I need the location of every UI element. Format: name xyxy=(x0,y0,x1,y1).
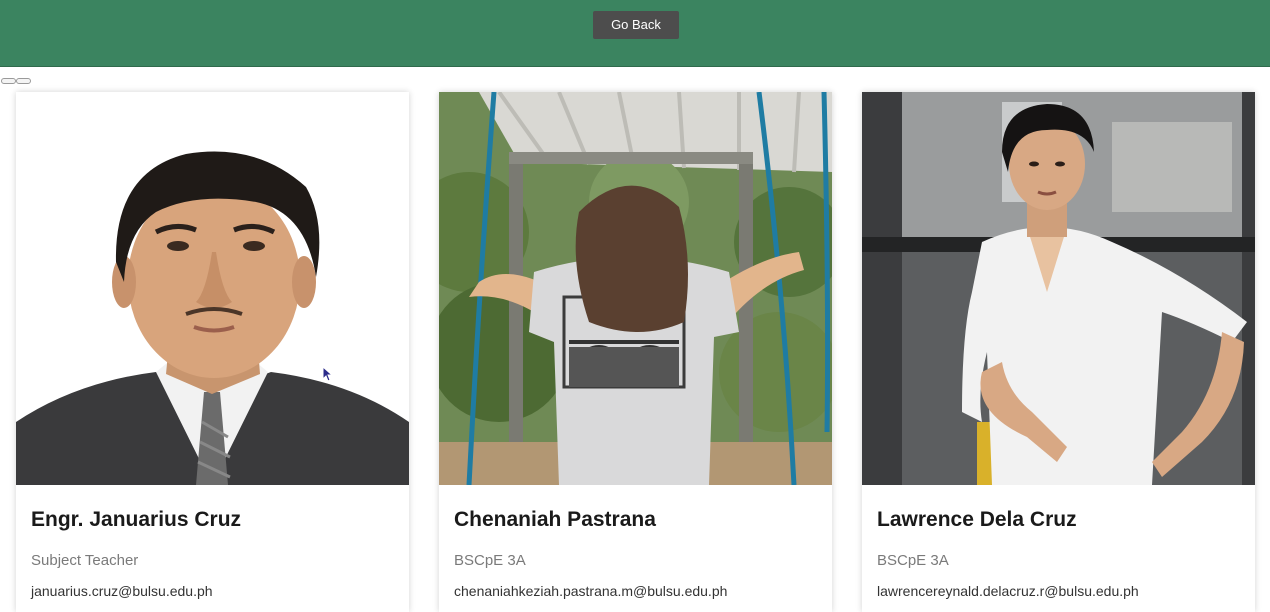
top-header-bar: Go Back xyxy=(0,0,1270,67)
profile-photo xyxy=(862,92,1255,485)
collapsed-toggle-control[interactable] xyxy=(1,78,31,84)
profile-card-student: Chenaniah Pastrana BSCpE 3A chenaniahkez… xyxy=(439,92,832,612)
profile-email[interactable]: januarius.cruz@bulsu.edu.ph xyxy=(31,583,213,599)
profile-name: Lawrence Dela Cruz xyxy=(877,508,1077,531)
profile-email[interactable]: lawrencereynald.delacruz.r@bulsu.edu.ph xyxy=(877,583,1139,599)
mouse-cursor-icon xyxy=(322,366,334,382)
profile-name: Chenaniah Pastrana xyxy=(454,508,656,531)
profile-email[interactable]: chenaniahkeziah.pastrana.m@bulsu.edu.ph xyxy=(454,583,727,599)
toggle-pill-left[interactable] xyxy=(1,78,16,84)
profile-role: Subject Teacher xyxy=(31,552,139,569)
profile-card-teacher: Engr. Januarius Cruz Subject Teacher jan… xyxy=(16,92,409,612)
go-back-button[interactable]: Go Back xyxy=(593,11,679,39)
profile-name: Engr. Januarius Cruz xyxy=(31,508,242,531)
profile-card-student: Lawrence Dela Cruz BSCpE 3A lawrencereyn… xyxy=(862,92,1255,612)
profile-role: BSCpE 3A xyxy=(877,552,949,569)
profile-photo xyxy=(16,92,409,485)
profile-photo xyxy=(439,92,832,485)
toggle-pill-right[interactable] xyxy=(16,78,31,84)
profile-role: BSCpE 3A xyxy=(454,552,526,569)
